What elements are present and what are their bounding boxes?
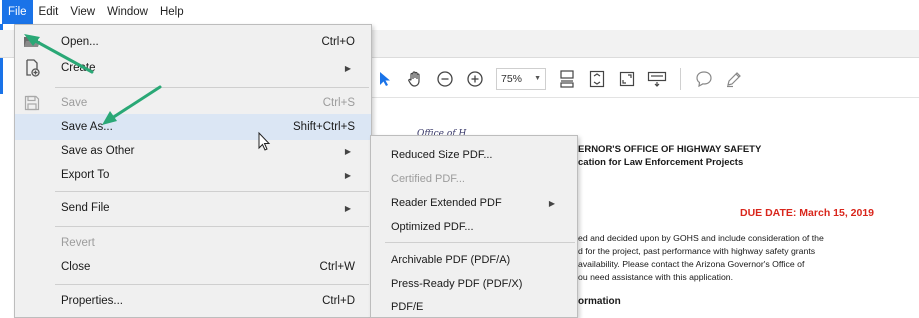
menu-view[interactable]: View <box>64 0 101 24</box>
menu-item-shortcut: Shift+Ctrl+S <box>293 121 355 133</box>
menu-item-label: Save <box>61 97 88 109</box>
submenu-item-label: Archivable PDF (PDF/A) <box>391 254 511 266</box>
save-as-other-submenu: Reduced Size PDF... Certified PDF... Rea… <box>370 135 578 318</box>
menu-item-close[interactable]: Close Ctrl+W <box>15 254 371 280</box>
toolbar: 75% ▼ <box>372 60 919 98</box>
menu-item-save[interactable]: Save Ctrl+S <box>15 90 371 116</box>
menu-window[interactable]: Window <box>101 0 154 24</box>
menu-item-save-as-other[interactable]: Save as Other ▶ <box>15 138 371 164</box>
zoom-out-icon[interactable] <box>432 66 458 92</box>
submenu-arrow-icon: ▶ <box>344 146 351 156</box>
menu-separator <box>55 191 369 192</box>
submenu-arrow-icon: ▶ <box>548 198 555 208</box>
menu-item-export-to[interactable]: Export To ▶ <box>15 162 371 188</box>
submenu-item-label: Certified PDF... <box>391 173 465 185</box>
menu-item-label: Save As... <box>61 121 113 133</box>
submenu-item-label: Reader Extended PDF <box>391 197 502 209</box>
menu-separator <box>55 87 369 88</box>
submenu-item-press-ready-pdf[interactable]: Press-Ready PDF (PDF/X) <box>371 272 577 296</box>
menu-item-save-as[interactable]: Save As... Shift+Ctrl+S <box>15 114 371 140</box>
paragraph-line: d for the project, past performance with… <box>578 246 816 256</box>
menu-item-label: Export To <box>61 169 110 181</box>
submenu-item-certified-pdf[interactable]: Certified PDF... <box>371 167 577 191</box>
menu-separator <box>55 226 369 227</box>
menu-bar: File Edit View Window Help <box>0 0 919 24</box>
menu-file[interactable]: File <box>2 0 33 24</box>
section-heading: ormation <box>578 296 621 307</box>
comment-icon[interactable] <box>691 66 717 92</box>
menu-separator <box>55 284 369 285</box>
menu-item-shortcut: Ctrl+D <box>322 295 355 307</box>
menu-item-label: Revert <box>61 237 95 249</box>
highlight-pen-icon[interactable] <box>721 66 747 92</box>
zoom-value: 75% <box>501 72 523 85</box>
paragraph-line: availability. Please contact the Arizona… <box>578 259 805 269</box>
menu-item-shortcut: Ctrl+S <box>322 97 355 109</box>
due-date-text: DUE DATE: March 15, 2019 <box>740 207 875 219</box>
menu-item-label: Properties... <box>61 295 123 307</box>
submenu-arrow-icon: ▶ <box>344 63 351 73</box>
menu-item-shortcut: Ctrl+W <box>319 261 355 273</box>
submenu-item-reduced-size-pdf[interactable]: Reduced Size PDF... <box>371 143 577 167</box>
full-screen-icon[interactable] <box>614 66 640 92</box>
menu-help[interactable]: Help <box>154 0 190 24</box>
hand-tool-icon[interactable] <box>402 66 428 92</box>
document-title-line1: ERNOR'S OFFICE OF HIGHWAY SAFETY <box>578 144 762 155</box>
save-icon <box>23 94 41 112</box>
file-menu: Open... Ctrl+O Create ▶ Save Ctrl+S Save… <box>14 24 372 318</box>
document-title-line2: cation for Law Enforcement Projects <box>578 157 744 168</box>
paragraph-line: ed and decided upon by GOHS and include … <box>578 233 824 243</box>
menu-item-properties[interactable]: Properties... Ctrl+D <box>15 288 371 314</box>
paragraph-line: ou need assistance with this application… <box>578 272 734 282</box>
chevron-down-icon: ▼ <box>534 75 541 82</box>
toolbar-divider <box>680 67 681 90</box>
submenu-item-optimized-pdf[interactable]: Optimized PDF... <box>371 215 577 239</box>
menu-item-revert[interactable]: Revert <box>15 230 371 256</box>
submenu-item-label: Press-Ready PDF (PDF/X) <box>391 278 523 290</box>
zoom-in-icon[interactable] <box>462 66 488 92</box>
menu-item-label: Create <box>61 62 96 74</box>
zoom-select[interactable]: 75% ▼ <box>496 67 546 90</box>
fit-width-icon[interactable] <box>584 66 610 92</box>
menu-edit[interactable]: Edit <box>33 0 65 24</box>
submenu-item-pdf-e[interactable]: PDF/E <box>371 295 577 318</box>
submenu-item-archivable-pdf[interactable]: Archivable PDF (PDF/A) <box>371 248 577 272</box>
submenu-item-label: Optimized PDF... <box>391 221 474 233</box>
menu-item-create[interactable]: Create ▶ <box>15 55 371 81</box>
document-paragraph: ed and decided upon by GOHS and include … <box>578 232 908 284</box>
submenu-item-label: PDF/E <box>391 301 424 313</box>
fit-page-icon[interactable] <box>554 66 580 92</box>
menu-item-label: Save as Other <box>61 145 135 157</box>
menu-item-open[interactable]: Open... Ctrl+O <box>15 29 371 55</box>
menu-item-send-file[interactable]: Send File ▶ <box>15 195 371 221</box>
menu-item-label: Close <box>61 261 91 273</box>
menu-item-label: Send File <box>61 202 110 214</box>
submenu-arrow-icon: ▶ <box>344 170 351 180</box>
submenu-item-reader-extended-pdf[interactable]: Reader Extended PDF ▶ <box>371 191 577 215</box>
submenu-item-label: Reduced Size PDF... <box>391 149 493 161</box>
create-pdf-icon <box>23 59 41 77</box>
menu-item-label: Open... <box>61 36 99 48</box>
menu-item-shortcut: Ctrl+O <box>321 36 355 48</box>
open-folder-icon <box>23 33 41 51</box>
keyboard-icon[interactable] <box>644 66 670 92</box>
select-arrow-icon[interactable] <box>372 66 398 92</box>
menu-separator <box>385 242 575 243</box>
submenu-arrow-icon: ▶ <box>344 203 351 213</box>
